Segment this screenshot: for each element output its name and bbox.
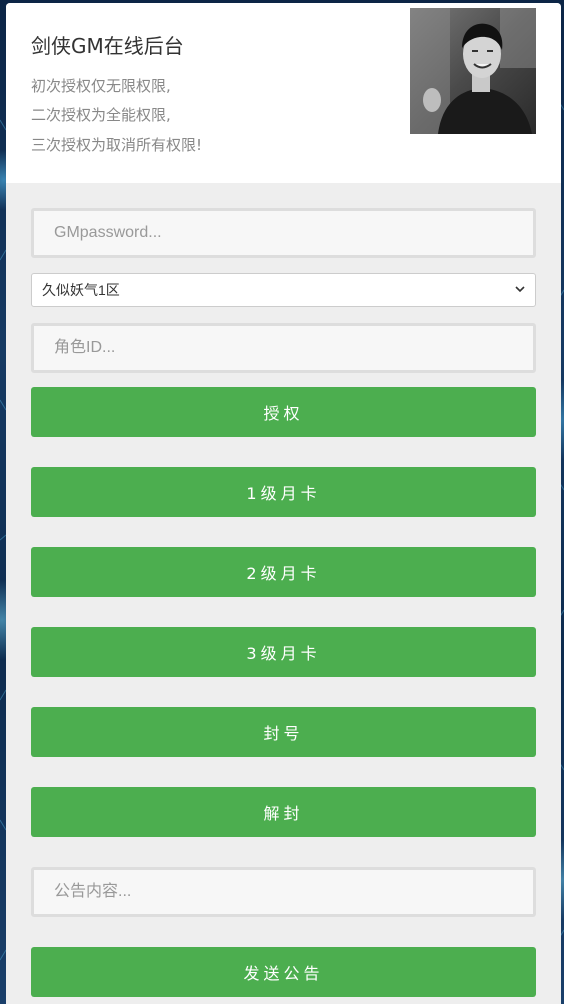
- month-card-3-button[interactable]: 3级月卡: [31, 627, 536, 677]
- description-line-3: 三次授权为取消所有权限!: [31, 136, 203, 154]
- month-card-1-button[interactable]: 1级月卡: [31, 467, 536, 517]
- avatar: [410, 8, 536, 134]
- gm-password-input[interactable]: [31, 208, 536, 258]
- month-card-2-button[interactable]: 2级月卡: [31, 547, 536, 597]
- notice-content-input[interactable]: [31, 867, 536, 917]
- server-select[interactable]: 久似妖气1区: [31, 273, 536, 307]
- send-notice-button[interactable]: 发送公告: [31, 947, 536, 997]
- role-id-input[interactable]: [31, 323, 536, 373]
- authorize-button[interactable]: 授权: [31, 387, 536, 437]
- panel-header: 剑侠GM在线后台 初次授权仅无限权限, 二次授权为全能权限, 三次授权为取消所有…: [6, 3, 561, 183]
- unban-button[interactable]: 解封: [31, 787, 536, 837]
- description-line-2: 二次授权为全能权限,: [31, 106, 171, 124]
- description-line-1: 初次授权仅无限权限,: [31, 77, 171, 95]
- page-title: 剑侠GM在线后台: [31, 34, 184, 58]
- chevron-down-icon: [515, 285, 525, 296]
- ban-button[interactable]: 封号: [31, 707, 536, 757]
- gm-panel: 剑侠GM在线后台 初次授权仅无限权限, 二次授权为全能权限, 三次授权为取消所有…: [6, 3, 561, 1004]
- server-select-value: 久似妖气1区: [42, 282, 120, 298]
